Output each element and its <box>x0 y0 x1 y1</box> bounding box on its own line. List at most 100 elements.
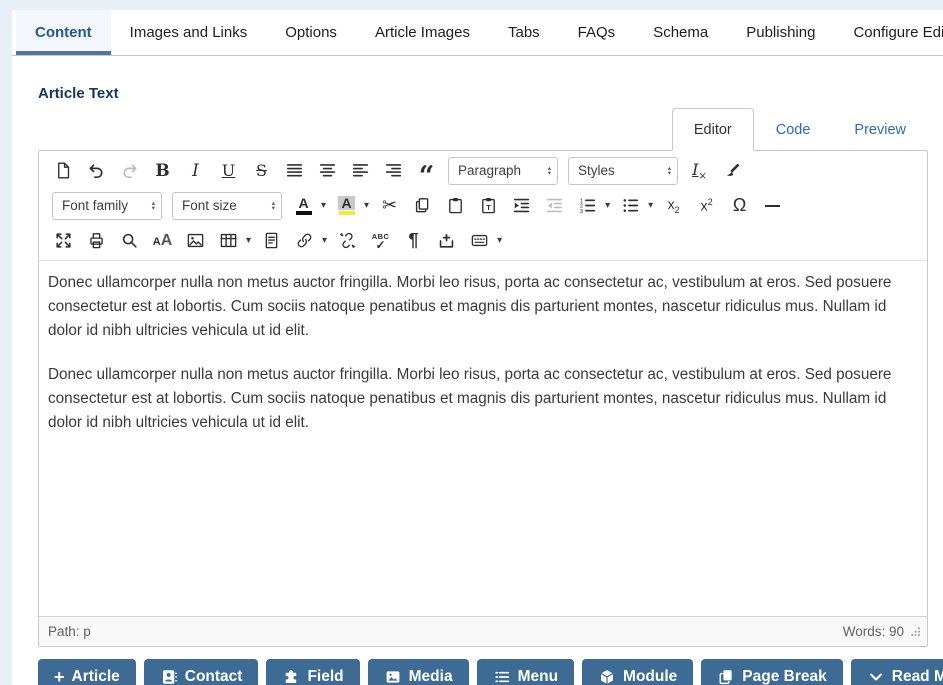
indent-button[interactable] <box>506 191 537 220</box>
search-button[interactable] <box>114 226 145 255</box>
svg-text:T: T <box>486 203 491 212</box>
clear-formatting-button[interactable]: I× <box>684 156 715 185</box>
underline-button[interactable]: U <box>213 156 244 185</box>
insert-module-button[interactable]: Module <box>582 659 693 685</box>
keyboard-button[interactable] <box>464 226 495 255</box>
font-size-select[interactable]: Font size▴▾ <box>172 192 282 220</box>
text-color-dropdown-caret-icon[interactable]: ▾ <box>321 200 326 211</box>
align-justify-icon <box>285 161 304 180</box>
print-button[interactable] <box>81 226 112 255</box>
align-justify-button[interactable] <box>279 156 310 185</box>
blockquote-button[interactable]: “ <box>411 156 442 185</box>
format-select-value: Paragraph <box>458 163 521 178</box>
editor-tab-code[interactable]: Code <box>754 108 833 151</box>
clear-formatting-icon: I× <box>692 160 707 182</box>
table-button[interactable] <box>213 226 244 255</box>
undo-button[interactable] <box>81 156 112 185</box>
tab-content[interactable]: Content <box>16 10 111 55</box>
puzzle-icon <box>282 668 300 685</box>
align-right-icon <box>384 161 403 180</box>
tab-article-images[interactable]: Article Images <box>356 10 489 55</box>
content-panel: ContentImages and LinksOptionsArticle Im… <box>12 10 943 685</box>
editor-tab-editor[interactable]: Editor <box>672 108 754 151</box>
insert-button-row: +Article Contact Field Media Menu Module Page … <box>38 659 928 685</box>
article-document-icon <box>262 231 281 250</box>
cleanup-brush-button[interactable] <box>717 156 748 185</box>
tab-tabs[interactable]: Tabs <box>489 10 559 55</box>
text-color-button[interactable]: A <box>288 191 319 220</box>
insert-menu-button[interactable]: Menu <box>477 659 574 685</box>
insert-media-button[interactable]: Media <box>368 659 469 685</box>
svg-text:3: 3 <box>580 209 583 215</box>
editor-paragraph: Donec ullamcorper nulla non metus auctor… <box>48 271 918 343</box>
import-button[interactable] <box>431 226 462 255</box>
editor-status-bar: Path: p Words: 90 <box>39 616 927 646</box>
font-size-select-value: Font size <box>182 198 237 213</box>
text-case-button[interactable]: AA <box>147 226 178 255</box>
resize-grip-icon[interactable] <box>910 626 921 637</box>
align-center-button[interactable] <box>312 156 343 185</box>
editor-tab-preview[interactable]: Preview <box>832 108 928 151</box>
spellcheck-button[interactable]: ABC✓ <box>365 226 396 255</box>
align-left-button[interactable] <box>345 156 376 185</box>
tab-faqs[interactable]: FAQs <box>559 10 635 55</box>
unlink-button[interactable] <box>332 226 363 255</box>
print-icon <box>87 231 106 250</box>
fullscreen-button[interactable] <box>48 226 79 255</box>
horizontal-rule-button[interactable] <box>757 191 788 220</box>
new-document-button[interactable] <box>48 156 79 185</box>
image-button[interactable] <box>180 226 211 255</box>
table-dropdown-caret-icon[interactable]: ▾ <box>246 235 251 246</box>
outdent-icon <box>545 196 564 215</box>
ordered-list-dropdown-caret-icon[interactable]: ▾ <box>605 200 610 211</box>
search-icon <box>120 231 139 250</box>
unordered-list-icon <box>621 196 640 215</box>
keyboard-dropdown-caret-icon[interactable]: ▾ <box>497 235 502 246</box>
link-button[interactable] <box>289 226 320 255</box>
ordered-list-button[interactable]: 123 <box>572 191 603 220</box>
cut-button[interactable]: ✂ <box>374 191 405 220</box>
insert-read-more-button[interactable]: Read More <box>851 659 943 685</box>
align-right-button[interactable] <box>378 156 409 185</box>
tab-images-and-links[interactable]: Images and Links <box>111 10 267 55</box>
cleanup-brush-icon <box>723 161 742 180</box>
strikethrough-button[interactable]: S <box>246 156 277 185</box>
toolbar-row-2: Font family▴▾Font size▴▾A▾A▾✂T123▾▾x2x2Ω <box>47 188 919 223</box>
subscript-button[interactable]: x2 <box>658 191 689 220</box>
font-family-select[interactable]: Font family▴▾ <box>52 192 162 220</box>
editor-toolbar: BIUS “Paragraph▴▾ Styles▴▾ I× Font family▴▾ F… <box>39 151 927 261</box>
new-document-icon <box>54 161 73 180</box>
special-character-button[interactable]: Ω <box>724 191 755 220</box>
bold-button[interactable]: B <box>147 156 178 185</box>
paste-as-text-button[interactable]: T <box>473 191 504 220</box>
insert-button-label: Contact <box>185 668 243 685</box>
align-center-icon <box>318 161 337 180</box>
insert-contact-button[interactable]: Contact <box>144 659 259 685</box>
styles-select[interactable]: Styles▴▾ <box>568 157 678 185</box>
insert-page-break-button[interactable]: Page Break <box>701 659 842 685</box>
insert-field-button[interactable]: Field <box>266 659 359 685</box>
tab-configure-edit-screen[interactable]: Configure Edit Screen <box>834 10 943 55</box>
unordered-list-button[interactable] <box>615 191 646 220</box>
tab-publishing[interactable]: Publishing <box>727 10 834 55</box>
article-document-button[interactable] <box>256 226 287 255</box>
toolbar-row-3: AA ▾ ▾ ABC✓¶ ▾ <box>47 223 919 258</box>
tab-schema[interactable]: Schema <box>634 10 727 55</box>
highlight-color-button[interactable]: A <box>331 191 362 220</box>
paste-button[interactable] <box>440 191 471 220</box>
editor-content-area[interactable]: Donec ullamcorper nulla non metus auctor… <box>39 261 927 616</box>
insert-article-button[interactable]: +Article <box>38 659 136 685</box>
format-select[interactable]: Paragraph▴▾ <box>448 157 558 185</box>
unordered-list-dropdown-caret-icon[interactable]: ▾ <box>648 200 653 211</box>
copy-button[interactable] <box>407 191 438 220</box>
contact-card-icon <box>160 668 178 685</box>
link-icon <box>295 231 314 250</box>
superscript-button[interactable]: x2 <box>691 191 722 220</box>
tab-options[interactable]: Options <box>266 10 356 55</box>
highlight-color-dropdown-caret-icon[interactable]: ▾ <box>364 200 369 211</box>
italic-icon: I <box>192 161 199 181</box>
editor-view-tabs: EditorCodePreview <box>38 108 928 151</box>
italic-button[interactable]: I <box>180 156 211 185</box>
link-dropdown-caret-icon[interactable]: ▾ <box>322 235 327 246</box>
visual-paragraph-button[interactable]: ¶ <box>398 226 429 255</box>
